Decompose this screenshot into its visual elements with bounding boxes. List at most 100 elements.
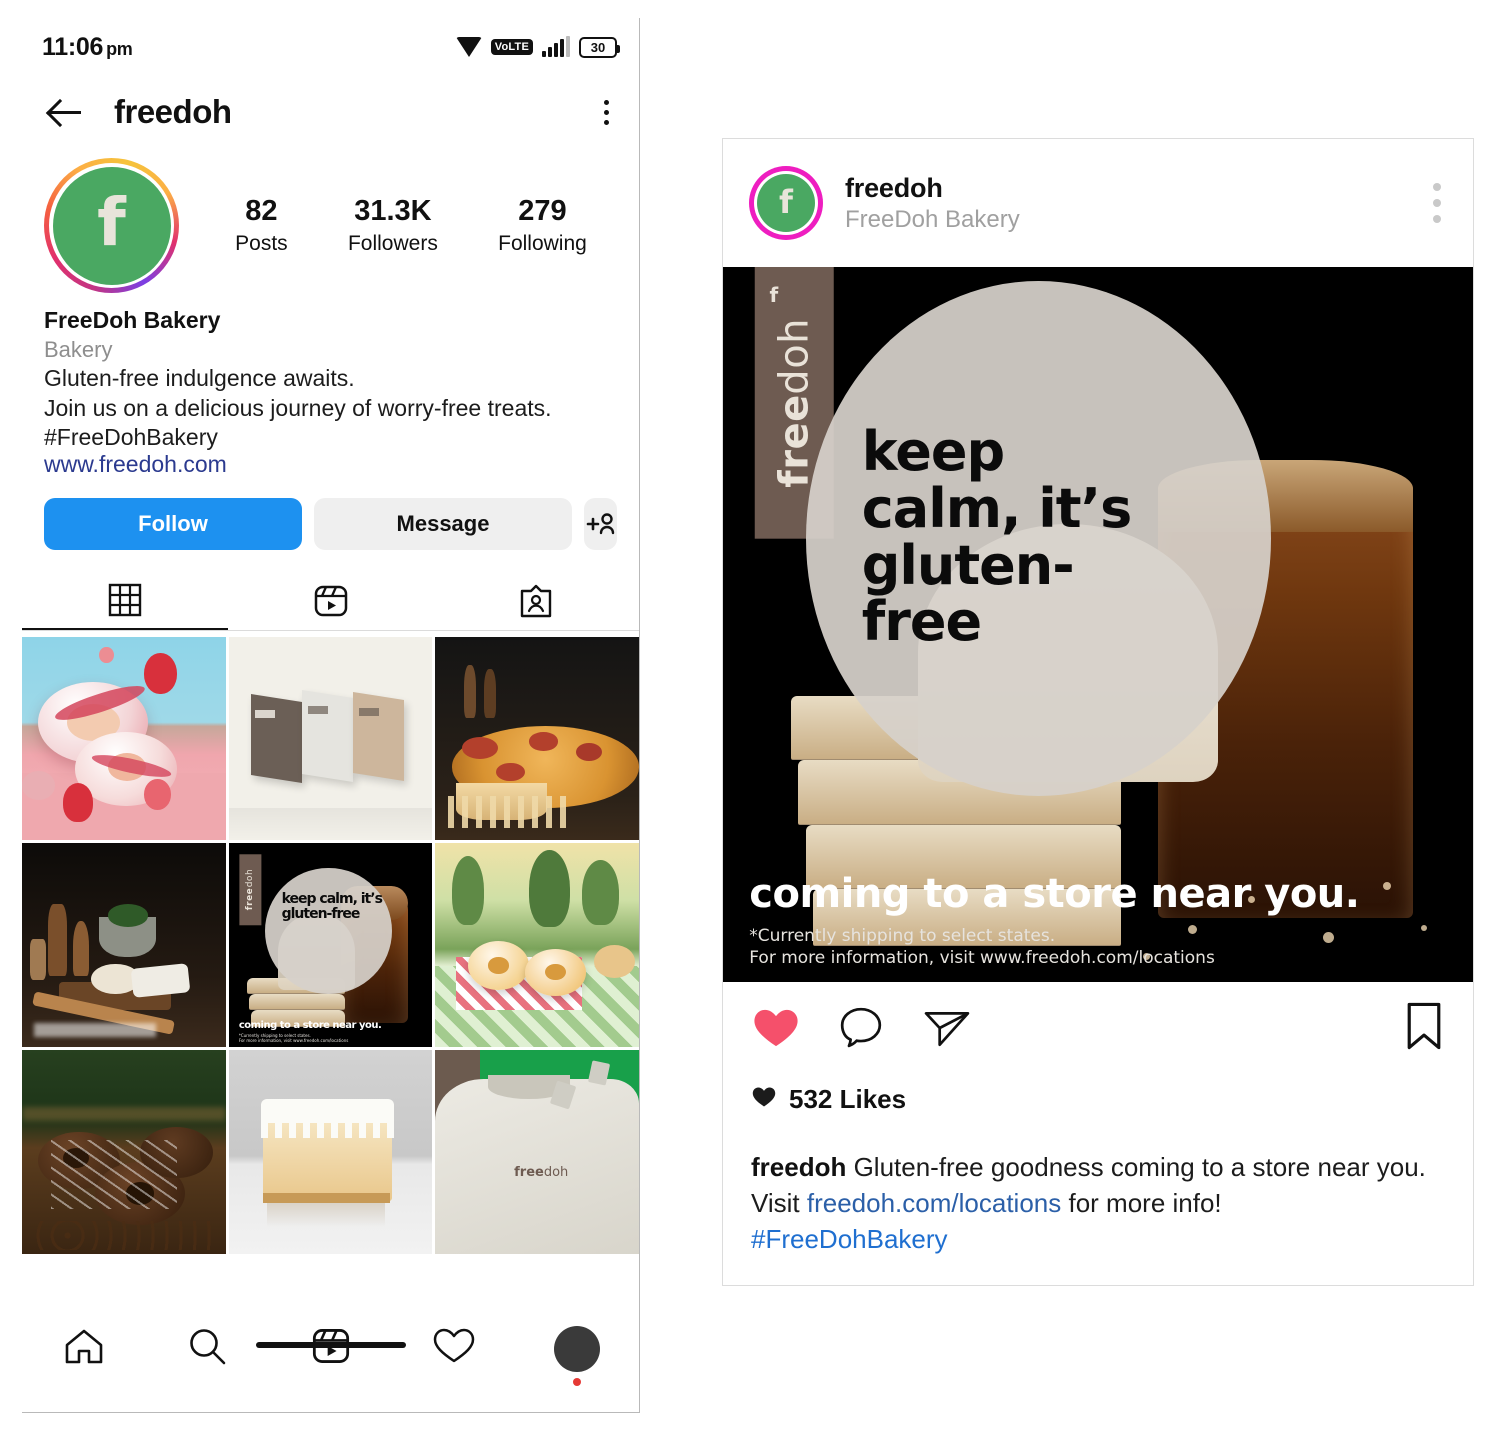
post-subtitle: FreeDoh Bakery (845, 205, 1020, 233)
status-time-value: 11:06 (42, 32, 104, 61)
tab-grid[interactable] (22, 572, 228, 630)
grid5-fineprint: *Currently shipping to select states. Fo… (239, 1033, 349, 1043)
grid-post-6-image (435, 843, 639, 1048)
stat-following[interactable]: 279 Following (498, 195, 587, 256)
stat-following-count: 279 (518, 194, 567, 227)
grid-post-5[interactable]: free doh keep calm, it’s gluten-free comi… (228, 843, 433, 1048)
profile-stats: 82 Posts 31.3K Followers 279 Following (179, 195, 617, 256)
grid-post-5-image: free doh keep calm, it’s gluten-free comi… (228, 843, 433, 1048)
post-action-bar (723, 982, 1473, 1074)
search-icon (190, 1329, 226, 1365)
profile-avatar-icon (554, 1326, 601, 1386)
nav-search[interactable] (145, 1326, 268, 1366)
likes-count[interactable]: 532 Likes (789, 1084, 906, 1115)
kebab-menu-icon[interactable] (598, 94, 615, 131)
stat-followers-label: Followers (347, 232, 438, 256)
grid-post-7[interactable] (22, 1050, 226, 1254)
bio-line-2: Join us on a delicious journey of worry-… (44, 395, 552, 422)
grid5-brand-band: free doh (238, 853, 262, 925)
post-fineprint-2: For more information, visit www.freedoh.… (749, 947, 1215, 968)
nav-reels[interactable] (255, 1326, 406, 1366)
brand-name-thin: doh (771, 317, 818, 395)
wifi-icon (455, 37, 482, 57)
stat-posts-label: Posts (235, 232, 288, 256)
post-cta: coming to a store near you. (749, 871, 1360, 918)
save-button[interactable] (1403, 1001, 1445, 1056)
battery-level: 30 (590, 39, 606, 55)
comment-button[interactable] (837, 1005, 885, 1051)
message-button[interactable]: Message (314, 497, 572, 550)
profile-bio: FreeDoh Bakery Bakery Gluten-free indulg… (22, 293, 639, 478)
profile-tabs (22, 572, 639, 631)
grid-post-9-image: free doh (435, 1050, 639, 1254)
post-avatar-inner: f (754, 171, 818, 235)
nav-home[interactable] (22, 1326, 145, 1366)
status-icons: VoLTE 30 (455, 36, 620, 58)
back-arrow-icon[interactable] (46, 92, 86, 132)
bookmark-icon (1407, 1002, 1441, 1049)
caption-username[interactable]: freedoh (751, 1152, 846, 1182)
post-kebab-menu-icon[interactable] (1427, 177, 1447, 229)
stat-posts[interactable]: 82 Posts (235, 195, 288, 256)
heart-icon (433, 1328, 475, 1363)
posts-grid: free doh keep calm, it’s gluten-free comi… (22, 631, 639, 1254)
grid-post-8[interactable] (228, 1050, 433, 1254)
nav-profile[interactable] (516, 1326, 639, 1386)
brand-name-bold: free (771, 394, 818, 488)
grid-post-1-image (22, 636, 226, 841)
grid5-cta: coming to a store near you. (238, 1019, 382, 1031)
stat-followers[interactable]: 31.3K Followers (348, 195, 438, 256)
bottom-nav (22, 1304, 639, 1412)
post-identity: freedoh FreeDoh Bakery (845, 173, 1020, 234)
post-fineprint-1: *Currently shipping to select states. (749, 925, 1056, 946)
grid-post-8-image (228, 1050, 433, 1254)
profile-category: Bakery (44, 337, 113, 362)
grid-post-6[interactable] (435, 843, 639, 1048)
avatar-letter: f (52, 166, 171, 285)
grid5-fineprint-2: For more information, visit www.freedoh.… (238, 1037, 349, 1043)
caption-link[interactable]: freedoh.com/locations (807, 1188, 1061, 1218)
tagged-icon (520, 584, 552, 617)
battery-icon: 30 (579, 36, 620, 58)
stat-posts-count: 82 (245, 194, 278, 227)
nav-activity[interactable] (392, 1326, 515, 1366)
follow-button[interactable]: Follow (44, 497, 302, 550)
comment-icon (840, 1007, 882, 1048)
grid-post-3-image (435, 636, 639, 841)
status-time: 11:06 pm (42, 32, 133, 62)
add-person-icon[interactable] (584, 497, 617, 550)
status-bar: 11:06 pm VoLTE 30 (22, 18, 639, 76)
post-username[interactable]: freedoh (845, 173, 1020, 204)
volte-icon: VoLTE (490, 39, 533, 55)
grid-icon (108, 583, 142, 616)
reels-icon (314, 585, 347, 616)
grid9-brand-thin: doh (543, 1164, 569, 1180)
grid5-headline: keep calm, it’s gluten-free (281, 891, 383, 922)
screenshot-root: 11:06 pm VoLTE 30 freedoh f 82 Posts 31.… (0, 0, 1495, 1440)
post-image[interactable]: free doh f keep calm, it’s gluten-free co… (723, 267, 1473, 982)
post-avatar[interactable]: f (749, 166, 823, 240)
stat-followers-count: 31.3K (354, 194, 432, 227)
post-header: f freedoh FreeDoh Bakery (723, 139, 1473, 267)
grid-post-3[interactable] (435, 636, 639, 841)
grid-post-9[interactable]: free doh (435, 1050, 639, 1254)
stat-following-label: Following (498, 232, 587, 256)
bio-website-link[interactable]: www.freedoh.com (44, 451, 617, 478)
caption-text-3: for more info! (1061, 1187, 1222, 1218)
grid-post-1[interactable] (22, 636, 226, 841)
grid9-brand-bold: free (514, 1164, 544, 1180)
like-button[interactable] (751, 1005, 801, 1051)
post-headline: keep calm, it’s gluten-free (861, 420, 1133, 654)
tab-tagged[interactable] (433, 572, 639, 630)
avatar[interactable]: f (44, 158, 179, 293)
grid-post-2[interactable] (228, 636, 433, 841)
profile-action-row: Follow Message (22, 478, 639, 550)
share-button[interactable] (921, 1005, 973, 1051)
grid5-brand-thin: doh (245, 868, 256, 888)
grid-post-4[interactable] (22, 843, 226, 1048)
share-paper-plane-icon (924, 1012, 970, 1047)
heart-filled-icon (754, 1009, 798, 1047)
tab-reels[interactable] (228, 572, 434, 630)
caption-hashtag[interactable]: #FreeDohBakery (751, 1222, 1445, 1258)
grid-post-7-image (22, 1050, 226, 1254)
